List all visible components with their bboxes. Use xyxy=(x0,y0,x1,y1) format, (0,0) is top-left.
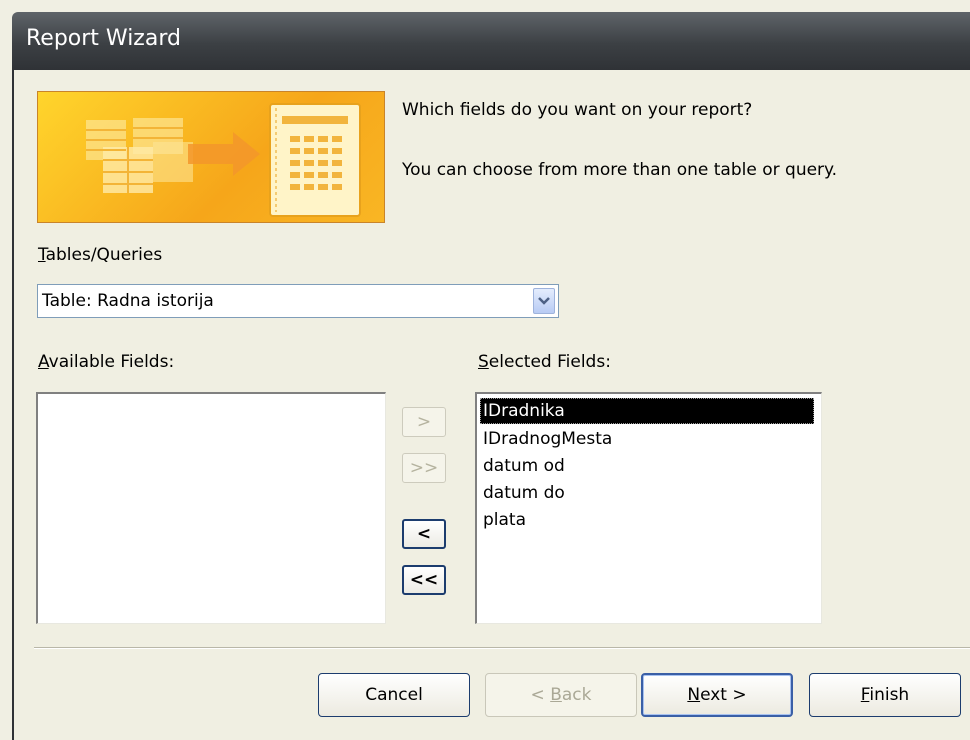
available-fields-list[interactable] xyxy=(36,392,386,624)
next-label: ext > xyxy=(700,685,747,705)
remove-all-fields-button[interactable]: << xyxy=(402,565,446,595)
mnemonic: S xyxy=(478,352,489,372)
list-item[interactable]: IDradnogMesta xyxy=(481,426,612,452)
add-field-button[interactable]: > xyxy=(402,407,446,437)
title-bar[interactable]: Report Wizard xyxy=(12,12,970,70)
mnemonic: N xyxy=(687,685,701,705)
selected-fields-label: Selected Fields: xyxy=(478,352,611,372)
tables-queries-combobox[interactable]: Table: Radna istorija xyxy=(37,284,559,318)
next-button[interactable]: Next > xyxy=(641,673,793,717)
tables-queries-label: Tables/Queries xyxy=(38,245,162,265)
footer-divider xyxy=(34,647,970,649)
selected-fields-list[interactable]: IDradnika IDradnogMesta datum od datum d… xyxy=(475,392,822,624)
mnemonic: A xyxy=(38,352,49,372)
label-text: ables/Queries xyxy=(45,245,163,265)
mnemonic: T xyxy=(38,245,46,265)
mnemonic: B xyxy=(550,685,562,705)
combobox-value: Table: Radna istorija xyxy=(42,291,214,311)
list-item[interactable]: datum od xyxy=(481,453,565,479)
back-label: ack xyxy=(561,685,592,705)
chevron-down-icon[interactable] xyxy=(533,288,555,314)
finish-button[interactable]: Finish xyxy=(809,673,961,717)
prompt-line-1: Which fields do you want on your report? xyxy=(402,100,753,120)
report-wizard-window: Report Wizard Which fields do you want o… xyxy=(0,0,970,740)
report-wizard-illustration-icon xyxy=(37,91,385,223)
add-all-fields-button[interactable]: >> xyxy=(402,453,446,483)
label-text: elected Fields: xyxy=(488,352,611,372)
available-fields-label: Available Fields: xyxy=(38,352,174,372)
window-title: Report Wizard xyxy=(26,26,181,51)
cancel-button[interactable]: Cancel xyxy=(318,673,470,717)
list-item[interactable]: plata xyxy=(481,507,526,533)
back-button[interactable]: < Back xyxy=(485,673,637,717)
back-prefix: < xyxy=(530,685,551,705)
list-item[interactable]: IDradnika xyxy=(480,398,814,424)
finish-label: inish xyxy=(869,685,910,705)
list-item[interactable]: datum do xyxy=(481,480,565,506)
label-text: vailable Fields: xyxy=(48,352,175,372)
wizard-prompt: Which fields do you want on your report?… xyxy=(402,95,837,185)
remove-field-button[interactable]: < xyxy=(402,519,446,549)
prompt-line-2: You can choose from more than one table … xyxy=(402,160,838,180)
